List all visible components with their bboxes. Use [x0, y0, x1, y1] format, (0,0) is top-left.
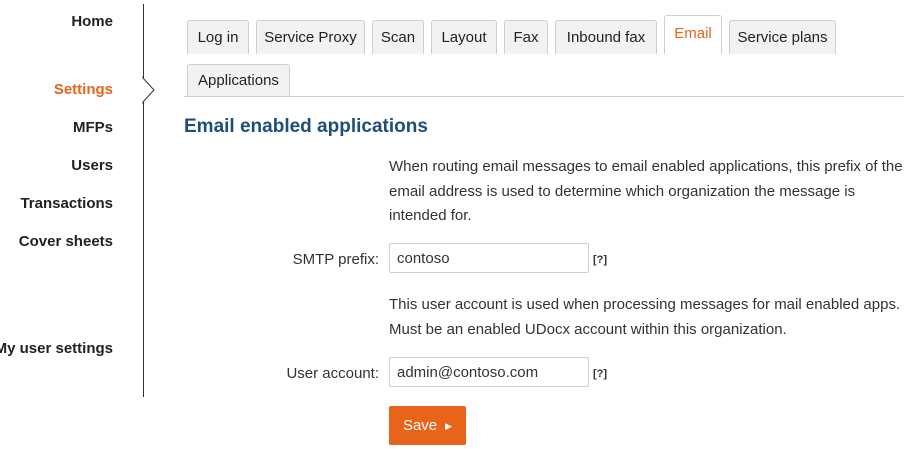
smtp-prefix-help-link[interactable]: [?]	[593, 254, 607, 266]
sidebar-item-settings[interactable]: Settings	[54, 81, 113, 98]
sidebar-item-users[interactable]: Users	[71, 157, 113, 174]
caret-right-icon: ▶	[445, 421, 453, 431]
user-account-help-link[interactable]: [?]	[593, 368, 607, 380]
page-title: Email enabled applications	[184, 116, 428, 137]
sidebar-item-transactions[interactable]: Transactions	[20, 195, 113, 212]
tabs-divider	[184, 96, 904, 97]
active-item-pointer-icon	[142, 76, 155, 104]
sidebar-item-my-user-settings[interactable]: My user settings	[0, 340, 113, 357]
description-line: When routing email messages to email ena…	[389, 158, 903, 175]
description-line: Must be an enabled UDocx account within …	[389, 320, 787, 338]
smtp-prefix-label: SMTP prefix:	[292, 251, 379, 268]
tab-service-plans[interactable]: Service plans	[729, 20, 836, 54]
sidebar: Home Settings MFPs Users Transactions Co…	[0, 0, 143, 397]
user-account-description: This user account is used when processin…	[389, 293, 900, 342]
tab-fax[interactable]: Fax	[504, 20, 548, 54]
tab-email[interactable]: Email	[664, 15, 722, 54]
smtp-prefix-input[interactable]	[389, 243, 589, 273]
tab-layout[interactable]: Layout	[431, 20, 497, 54]
tab-applications[interactable]: Applications	[187, 64, 290, 96]
sidebar-item-home[interactable]: Home	[71, 13, 113, 30]
tab-service-proxy[interactable]: Service Proxy	[256, 20, 365, 54]
tab-scan[interactable]: Scan	[372, 20, 424, 54]
description-line: This user account is used when processin…	[389, 296, 901, 313]
tab-inbound-fax[interactable]: Inbound fax	[555, 20, 657, 54]
sidebar-item-cover-sheets[interactable]: Cover sheets	[19, 233, 113, 250]
sidebar-item-mfps[interactable]: MFPs	[73, 119, 113, 136]
sidebar-divider	[143, 4, 144, 397]
description-line: email address is used to determine which…	[389, 182, 856, 200]
smtp-prefix-description: When routing email messages to email ena…	[389, 155, 903, 229]
save-button[interactable]: Save ▶	[389, 406, 466, 445]
user-account-input[interactable]	[389, 357, 589, 387]
description-line: intended for.	[389, 207, 472, 224]
tab-log-in[interactable]: Log in	[187, 20, 249, 54]
user-account-label: User account:	[286, 365, 379, 382]
save-button-label: Save	[402, 417, 438, 434]
